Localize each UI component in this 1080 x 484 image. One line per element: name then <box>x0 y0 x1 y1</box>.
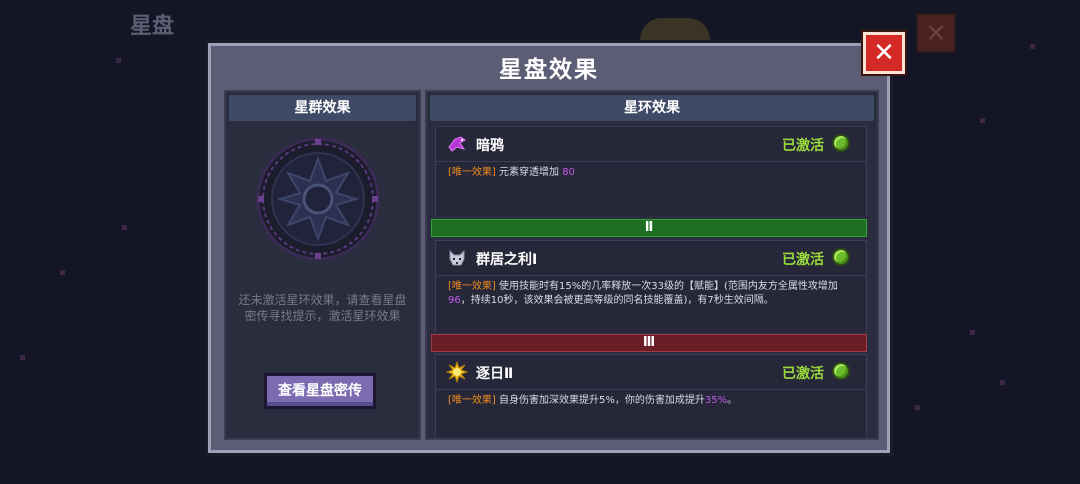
effect-status: 已激活 <box>782 366 824 382</box>
effect-header: 群居之利Ⅰ 已激活 <box>436 241 866 276</box>
active-indicator-icon <box>832 134 850 152</box>
effect-card: 暗鸦 已激活 [唯一效果] 元素穿透增加 80 <box>435 126 867 216</box>
ring-effects-panel: 星环效果 暗鸦 已激活 [唯一效果] 元素穿透增加 80 Ⅱ 群居之利Ⅰ 已激活… <box>425 90 879 440</box>
close-button[interactable]: ✕ <box>863 32 905 74</box>
ring-effects-list[interactable]: 暗鸦 已激活 [唯一效果] 元素穿透增加 80 Ⅱ 群居之利Ⅰ 已激活 [唯一效… <box>431 126 867 438</box>
ring-effects-header: 星环效果 <box>430 95 874 121</box>
tier-divider-2: Ⅱ <box>431 219 867 237</box>
background-close-button[interactable]: ✕ <box>916 13 956 53</box>
star-disc-effects-dialog: 星盘效果 ✕ 星群效果 还未激活星环效果，请查看星盘密传寻找提示，激活星环效果 … <box>208 32 905 453</box>
active-indicator-icon <box>832 248 850 266</box>
effect-desc-text: ，持续10秒，该效果会被更高等级的同名技能覆盖)，有7秒生效间隔。 <box>460 295 774 306</box>
effect-name: 逐日Ⅱ <box>476 366 514 382</box>
effect-tag: [唯一效果] <box>448 395 496 406</box>
star-disc-icon <box>256 137 380 261</box>
effect-tag: [唯一效果] <box>448 281 496 292</box>
background-emblem-icon <box>640 18 710 40</box>
effect-value: 96 <box>448 295 461 306</box>
sun-icon <box>446 361 468 383</box>
effect-header: 暗鸦 已激活 <box>436 127 866 162</box>
wolf-icon <box>449 249 465 266</box>
effect-description: [唯一效果] 元素穿透增加 80 <box>436 162 866 180</box>
effect-desc-text: 使用技能时有15%的几率释放一次33级的【赋能】(范围内友方全属性攻增加 <box>499 281 838 292</box>
effect-description: [唯一效果] 自身伤害加深效果提升5%，你的伤害加成提升35%。 <box>436 390 866 408</box>
effect-tag: [唯一效果] <box>448 167 496 178</box>
effect-status: 已激活 <box>782 252 824 268</box>
dialog-title: 星盘效果 <box>499 57 599 83</box>
view-disc-lore-button[interactable]: 查看星盘密传 <box>264 373 376 409</box>
constellation-effects-header: 星群效果 <box>229 95 416 121</box>
effect-card: 逐日Ⅱ 已激活 [唯一效果] 自身伤害加深效果提升5%，你的伤害加成提升35%。 <box>435 354 867 438</box>
effect-card: 群居之利Ⅰ 已激活 [唯一效果] 使用技能时有15%的几率释放一次33级的【赋能… <box>435 240 867 332</box>
background-page-title: 星盘 <box>130 14 175 39</box>
effect-status: 已激活 <box>782 138 824 154</box>
effect-description: [唯一效果] 使用技能时有15%的几率释放一次33级的【赋能】(范围内友方全属性… <box>436 276 866 308</box>
effect-desc-text: 元素穿透增加 <box>499 167 563 178</box>
effect-name: 暗鸦 <box>476 138 504 154</box>
effect-name: 群居之利Ⅰ <box>476 252 538 268</box>
inactive-hint-text: 还未激活星环效果，请查看星盘密传寻找提示，激活星环效果 <box>238 293 407 323</box>
effect-value: 80 <box>562 167 575 178</box>
effect-desc-text: 自身伤害加深效果提升5%，你的伤害加成提升 <box>499 395 705 406</box>
effect-value: 35% <box>704 395 728 406</box>
raven-icon <box>448 136 466 152</box>
effect-header: 逐日Ⅱ 已激活 <box>436 355 866 390</box>
tier-divider-3: Ⅲ <box>431 334 867 352</box>
active-indicator-icon <box>832 362 850 380</box>
constellation-effects-panel: 星群效果 还未激活星环效果，请查看星盘密传寻找提示，激活星环效果 查看星盘密传 <box>224 90 421 440</box>
effect-desc-text: 。 <box>727 395 738 406</box>
